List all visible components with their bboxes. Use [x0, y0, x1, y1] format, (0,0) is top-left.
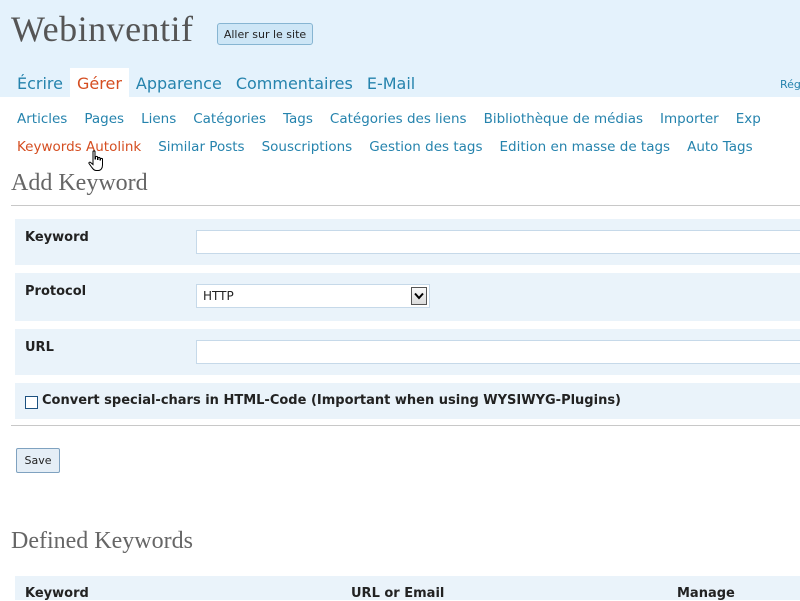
sub-nav-categories[interactable]: Catégories	[193, 110, 266, 128]
keyword-input[interactable]	[196, 230, 800, 254]
sub-nav-media-library[interactable]: Bibliothèque de médias	[484, 110, 643, 128]
column-header-keyword: Keyword	[25, 586, 89, 601]
main-tab-write[interactable]: Écrire	[10, 68, 70, 97]
sub-nav-tag-management[interactable]: Gestion des tags	[369, 138, 482, 156]
visit-site-button[interactable]: Aller sur le site	[217, 23, 313, 45]
sub-nav-similar-posts[interactable]: Similar Posts	[158, 138, 244, 156]
add-keyword-title: Add Keyword	[11, 170, 148, 196]
sub-nav-tags[interactable]: Tags	[283, 110, 313, 128]
save-button[interactable]: Save	[16, 448, 60, 473]
keywords-table-header: Keyword URL or Email Manage	[15, 576, 800, 601]
sub-nav-keywords-autolink[interactable]: Keywords Autolink	[17, 138, 141, 156]
convert-checkbox[interactable]	[25, 396, 38, 409]
sub-nav-links[interactable]: Liens	[141, 110, 176, 128]
keyword-label: Keyword	[25, 230, 89, 245]
chevron-down-icon[interactable]	[411, 287, 427, 305]
header-right-link[interactable]: Rég	[780, 78, 800, 91]
column-header-url: URL or Email	[351, 586, 445, 601]
divider	[11, 205, 800, 206]
sub-nav-bulk-tag-edit[interactable]: Edition en masse de tags	[500, 138, 671, 156]
url-label: URL	[25, 340, 54, 355]
divider	[11, 425, 800, 426]
sub-nav-export[interactable]: Exp	[736, 110, 761, 128]
convert-label[interactable]: Convert special-chars in HTML-Code (Impo…	[42, 393, 621, 408]
admin-header: Webinventif Aller sur le site Écrire Gére…	[0, 0, 800, 97]
keyword-row: Keyword	[15, 219, 800, 265]
sub-nav-auto-tags[interactable]: Auto Tags	[687, 138, 753, 156]
protocol-row: Protocol HTTP	[15, 273, 800, 321]
url-input[interactable]	[196, 340, 800, 364]
convert-row: Convert special-chars in HTML-Code (Impo…	[15, 383, 800, 419]
column-header-manage: Manage	[677, 586, 735, 601]
sub-nav-articles[interactable]: Articles	[17, 110, 67, 128]
main-tab-email[interactable]: E-Mail	[360, 68, 422, 97]
url-row: URL	[15, 329, 800, 375]
sub-nav-row-2: Keywords Autolink Similar Posts Souscripti…	[17, 138, 770, 156]
sub-nav-link-categories[interactable]: Catégories des liens	[330, 110, 467, 128]
protocol-select[interactable]: HTTP	[196, 284, 430, 308]
sub-nav-import[interactable]: Importer	[660, 110, 719, 128]
site-title: Webinventif	[11, 9, 194, 49]
protocol-label: Protocol	[25, 284, 87, 299]
defined-keywords-title: Defined Keywords	[11, 528, 193, 554]
sub-nav-subscriptions[interactable]: Souscriptions	[262, 138, 353, 156]
hand-pointer-icon	[88, 150, 103, 171]
main-tab-manage[interactable]: Gérer	[70, 68, 129, 97]
main-tab-comments[interactable]: Commentaires	[229, 68, 360, 97]
sub-nav-pages[interactable]: Pages	[84, 110, 124, 128]
main-nav: Écrire Gérer Apparence Commentaires E-Mail	[10, 68, 422, 97]
protocol-selected-value: HTTP	[203, 289, 234, 303]
sub-nav-row-1: Articles Pages Liens Catégories Tags Catégori…	[17, 110, 778, 128]
main-tab-appearance[interactable]: Apparence	[129, 68, 229, 97]
